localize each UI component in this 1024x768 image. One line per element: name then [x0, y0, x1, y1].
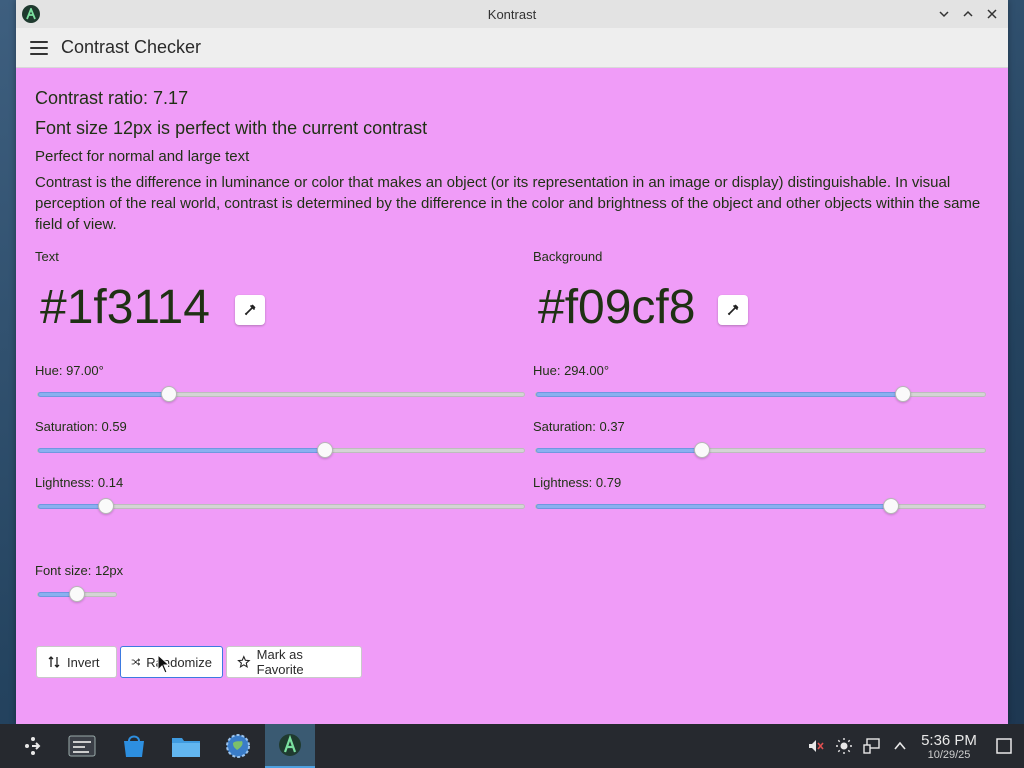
- brightness-icon[interactable]: [830, 724, 858, 768]
- text-saturation-slider[interactable]: [37, 442, 525, 458]
- page-title: Contrast Checker: [61, 37, 202, 57]
- text-hue-slider[interactable]: [37, 386, 525, 402]
- invert-button[interactable]: Invert: [36, 646, 117, 678]
- window-title: Kontrast: [487, 6, 537, 22]
- text-color-picker-button[interactable]: [235, 295, 265, 325]
- font-size-label: Font size: 12px: [35, 563, 124, 578]
- font-size-slider[interactable]: [37, 586, 117, 602]
- randomize-button[interactable]: Randomize: [120, 646, 223, 678]
- app-window: Kontrast Contrast Checker Contrast ratio…: [16, 0, 1008, 724]
- discover-store-icon[interactable]: [109, 724, 159, 768]
- contrast-description: Contrast is the difference in luminance …: [35, 174, 981, 233]
- system-settings-taskbar-icon[interactable]: [57, 724, 107, 768]
- shuffle-icon: [131, 658, 141, 666]
- font-size-message: Font size 12px is perfect with the curre…: [35, 118, 428, 138]
- star-outline-icon: [237, 655, 251, 669]
- kontrast-taskbar-icon[interactable]: [265, 724, 315, 768]
- hamburger-menu-icon[interactable]: [30, 40, 48, 55]
- minimize-button[interactable]: [934, 4, 954, 24]
- background-lightness-slider[interactable]: [535, 498, 986, 514]
- eyedropper-icon: [727, 304, 739, 316]
- file-manager-icon[interactable]: [161, 724, 211, 768]
- chevron-down-icon: [939, 11, 949, 18]
- volume-muted-icon[interactable]: [802, 724, 830, 768]
- background-color-picker-button[interactable]: [718, 295, 748, 325]
- title-bar[interactable]: Kontrast: [16, 0, 1008, 28]
- contrast-rating: Perfect for normal and large text: [35, 148, 250, 165]
- background-saturation-label: Saturation: 0.37: [533, 419, 625, 434]
- chevron-up-icon: [963, 10, 973, 17]
- chevron-up-icon[interactable]: [886, 724, 914, 768]
- background-lightness-label: Lightness: 0.79: [533, 475, 622, 490]
- text-lightness-label: Lightness: 0.14: [35, 475, 124, 490]
- clock-date: 10/29/25: [927, 748, 971, 761]
- taskbar: 5:36 PM 10/29/25: [0, 724, 1024, 768]
- kontrast-app-icon: [22, 5, 40, 23]
- text-saturation-label: Saturation: 0.59: [35, 419, 127, 434]
- clock-time: 5:36 PM: [921, 731, 977, 749]
- mark-as-favorite-button-label: Mark as Favorite: [256, 647, 304, 677]
- network-wired-icon[interactable]: [858, 724, 886, 768]
- browser-icon[interactable]: [213, 724, 263, 768]
- text-color-label: Text: [35, 249, 59, 264]
- eyedropper-icon: [244, 304, 256, 316]
- text-color-hex[interactable]: #1f3114: [40, 278, 210, 338]
- contrast-ratio: Contrast ratio: 7.17: [35, 88, 189, 108]
- application-launcher-icon[interactable]: [8, 724, 58, 768]
- main-content: Contrast ratio: 7.17 Font size 12px is p…: [16, 68, 1008, 724]
- maximize-button[interactable]: [958, 4, 978, 24]
- background-saturation-slider[interactable]: [535, 442, 986, 458]
- close-icon: [987, 9, 997, 19]
- background-hue-slider[interactable]: [535, 386, 986, 402]
- system-tray: 5:36 PM 10/29/25: [802, 724, 1024, 768]
- mark-as-favorite-button[interactable]: Mark as Favorite: [226, 646, 362, 678]
- text-lightness-slider[interactable]: [37, 498, 525, 514]
- invert-button-label: Invert: [67, 654, 100, 670]
- show-desktop-icon[interactable]: [984, 724, 1024, 768]
- background-color-hex[interactable]: #f09cf8: [538, 278, 695, 338]
- background-hue-label: Hue: 294.00°: [533, 363, 610, 378]
- swap-vertical-icon: [48, 656, 60, 668]
- close-button[interactable]: [982, 4, 1002, 24]
- header-toolbar: Contrast Checker: [16, 28, 1008, 68]
- mouse-cursor-icon: [157, 654, 171, 674]
- background-color-label: Background: [533, 249, 603, 264]
- text-hue-label: Hue: 97.00°: [35, 363, 104, 378]
- clock[interactable]: 5:36 PM 10/29/25: [914, 732, 984, 761]
